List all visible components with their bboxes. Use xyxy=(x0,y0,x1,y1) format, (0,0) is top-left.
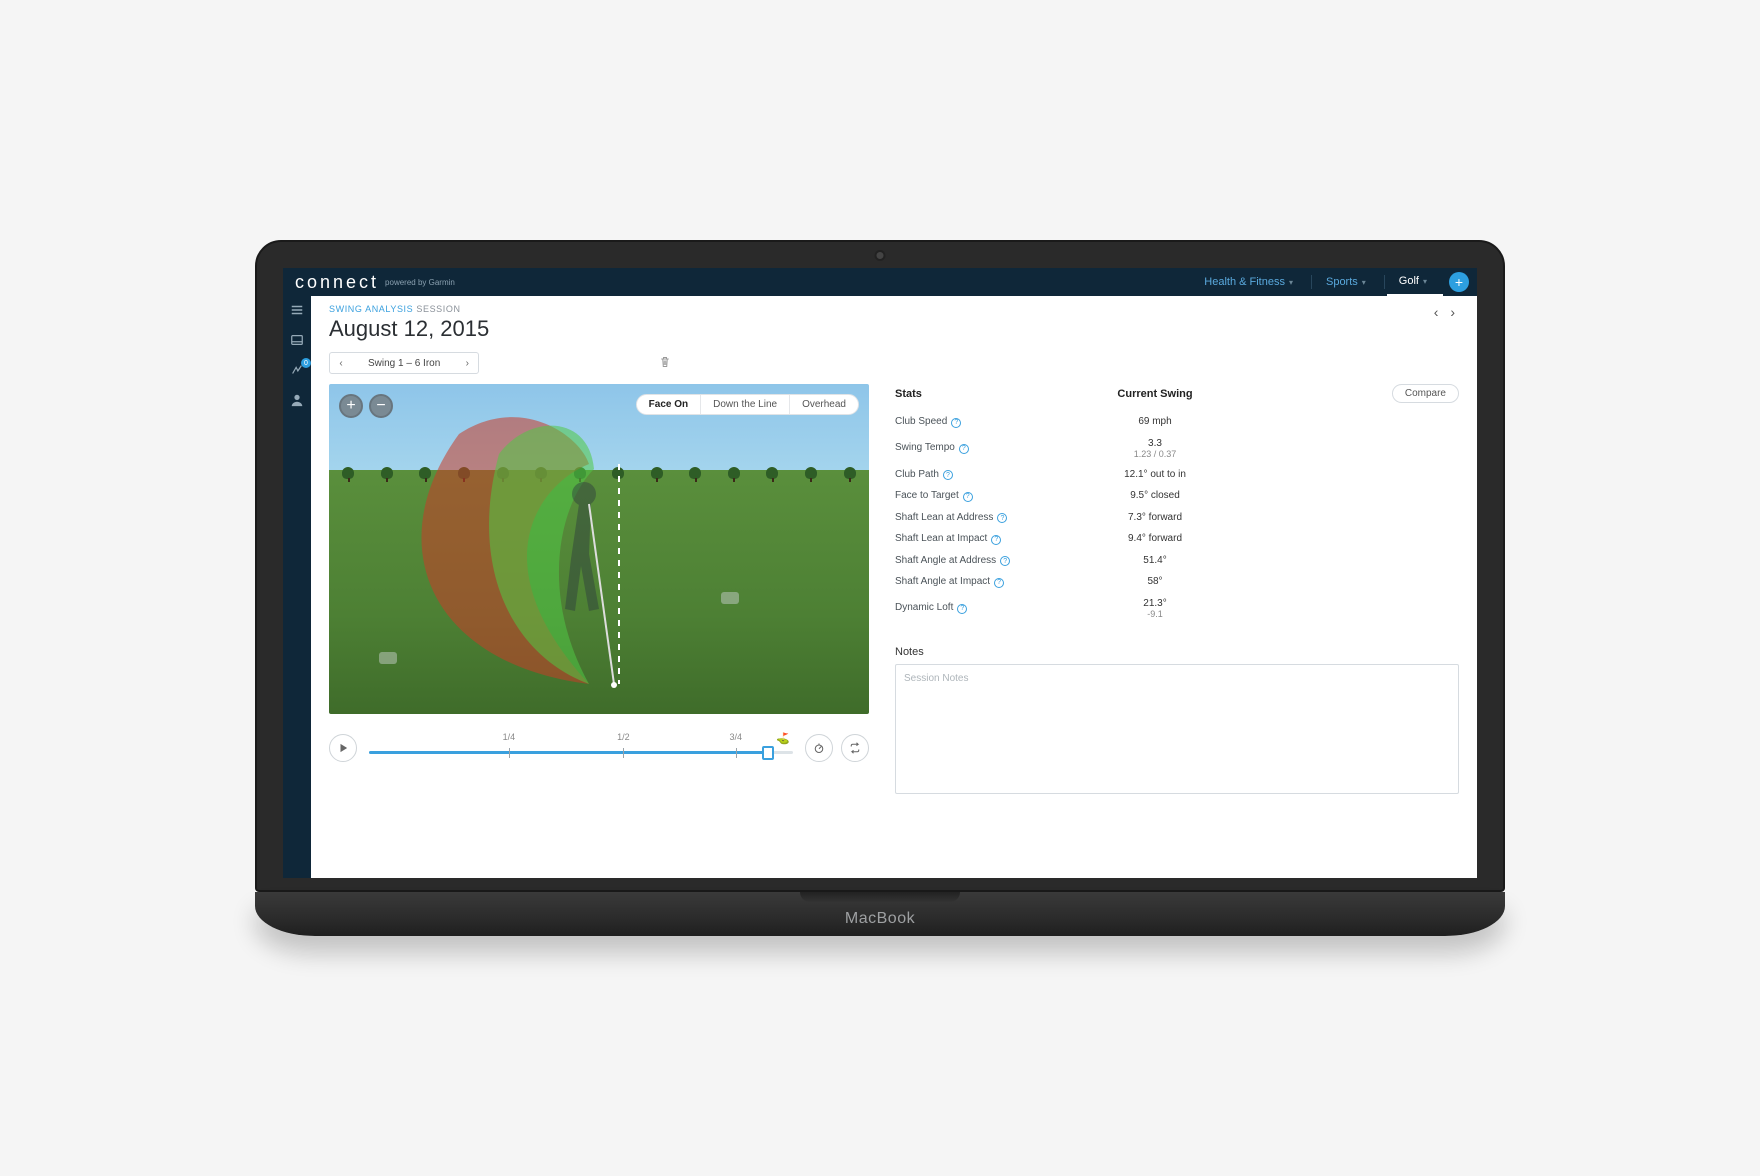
swing-visualization[interactable]: + − Face On Down the Line Overhead xyxy=(329,384,869,714)
activity-badge: 0 xyxy=(301,358,311,368)
zoom-controls: + − xyxy=(339,394,393,418)
stat-value: 7.3° forward xyxy=(1095,512,1215,523)
page-title: August 12, 2015 xyxy=(329,316,1459,342)
stat-label: Club Path? xyxy=(895,469,1095,481)
laptop-base: MacBook xyxy=(255,892,1505,936)
stat-row: Dynamic Loft?21.3°-9.1 xyxy=(895,593,1459,624)
info-icon[interactable]: ? xyxy=(957,604,967,614)
notes-textarea[interactable] xyxy=(895,664,1459,794)
compare-button[interactable]: Compare xyxy=(1392,384,1459,403)
next-swing-button[interactable]: › xyxy=(456,358,478,369)
swing-timeline: 1/4 1/2 3/4 ⛳ xyxy=(329,732,869,764)
timeline-track[interactable]: 1/4 1/2 3/4 ⛳ xyxy=(369,732,793,764)
stat-row: Club Speed?69 mph xyxy=(895,411,1459,433)
nav-health-fitness[interactable]: Health & Fitness▾ xyxy=(1192,268,1309,296)
stats-header-current: Current Swing xyxy=(1095,388,1215,400)
stat-value: 21.3°-9.1 xyxy=(1095,598,1215,619)
app: connect powered by Garmin Health & Fitne… xyxy=(283,268,1477,878)
stat-label: Club Speed? xyxy=(895,416,1095,428)
breadcrumb-session: SESSION xyxy=(416,304,460,314)
stat-value: 3.31.23 / 0.37 xyxy=(1095,438,1215,459)
stat-row: Shaft Lean at Impact?9.4° forward xyxy=(895,528,1459,550)
stat-row: Swing Tempo?3.31.23 / 0.37 xyxy=(895,433,1459,464)
prev-swing-button[interactable]: ‹ xyxy=(330,358,352,369)
timeline-handle[interactable] xyxy=(762,746,774,760)
info-icon[interactable]: ? xyxy=(997,513,1007,523)
profile-icon[interactable] xyxy=(289,392,305,408)
notes-label: Notes xyxy=(895,646,1459,658)
golf-ball-icon: ⛳ xyxy=(776,732,790,745)
stat-value: 58° xyxy=(1095,576,1215,587)
loop-button[interactable] xyxy=(841,734,869,762)
stats-header-label: Stats xyxy=(895,388,1095,400)
swing-selector-label: Swing 1 – 6 Iron xyxy=(352,358,456,369)
swing-arc-icon xyxy=(389,404,709,694)
info-icon[interactable]: ? xyxy=(994,578,1004,588)
delete-swing-button[interactable] xyxy=(659,356,671,371)
nav-golf[interactable]: Golf▾ xyxy=(1387,268,1443,296)
stat-label: Face to Target? xyxy=(895,490,1095,502)
stat-row: Club Path?12.1° out to in xyxy=(895,464,1459,486)
next-page-button[interactable]: › xyxy=(1446,304,1459,320)
laptop-camera-icon xyxy=(877,252,884,259)
play-button[interactable] xyxy=(329,734,357,762)
info-icon[interactable]: ? xyxy=(943,470,953,480)
stat-value: 12.1° out to in xyxy=(1095,469,1215,480)
prev-page-button[interactable]: ‹ xyxy=(1430,304,1443,320)
zoom-out-button[interactable]: − xyxy=(369,394,393,418)
chevron-down-icon: ▾ xyxy=(1419,277,1431,286)
add-button[interactable]: + xyxy=(1449,272,1469,292)
tab-overhead[interactable]: Overhead xyxy=(790,395,858,414)
breadcrumb: SWING ANALYSIS SESSION xyxy=(329,304,1459,314)
zoom-in-button[interactable]: + xyxy=(339,394,363,418)
tab-down-the-line[interactable]: Down the Line xyxy=(701,395,790,414)
view-tabs: Face On Down the Line Overhead xyxy=(636,394,859,415)
stat-row: Shaft Angle at Impact?58° xyxy=(895,571,1459,593)
stat-row: Shaft Lean at Address?7.3° forward xyxy=(895,507,1459,529)
chevron-down-icon: ▾ xyxy=(1285,278,1297,287)
stat-row: Shaft Angle at Address?51.4° xyxy=(895,550,1459,572)
brand-logo: connect xyxy=(295,272,379,293)
stats-header: Stats Current Swing Compare xyxy=(895,384,1459,403)
stat-row: Face to Target?9.5° closed xyxy=(895,485,1459,507)
info-icon[interactable]: ? xyxy=(963,492,973,502)
speed-button[interactable] xyxy=(805,734,833,762)
timeline-mark: 3/4 xyxy=(729,732,742,742)
info-icon[interactable]: ? xyxy=(951,418,961,428)
menu-icon[interactable] xyxy=(289,302,305,318)
screen: connect powered by Garmin Health & Fitne… xyxy=(283,268,1477,878)
stat-label: Dynamic Loft? xyxy=(895,602,1095,614)
swing-selector: ‹ Swing 1 – 6 Iron › xyxy=(329,352,479,374)
stat-value: 9.5° closed xyxy=(1095,490,1215,501)
chevron-down-icon: ▾ xyxy=(1358,278,1370,287)
breadcrumb-swing-analysis[interactable]: SWING ANALYSIS xyxy=(329,304,413,314)
info-icon[interactable]: ? xyxy=(991,535,1001,545)
main-content: ‹ › SWING ANALYSIS SESSION August 12, 20… xyxy=(311,296,1477,878)
timeline-mark: 1/2 xyxy=(617,732,630,742)
stat-value: 69 mph xyxy=(1095,416,1215,427)
info-icon[interactable]: ? xyxy=(1000,556,1010,566)
stat-label: Swing Tempo? xyxy=(895,442,1095,454)
brand-tagline: powered by Garmin xyxy=(385,278,455,287)
tab-face-on[interactable]: Face On xyxy=(637,395,701,414)
activity-icon[interactable]: 0 xyxy=(289,362,305,378)
stat-label: Shaft Angle at Impact? xyxy=(895,576,1095,588)
stat-label: Shaft Lean at Impact? xyxy=(895,533,1095,545)
dashboard-icon[interactable] xyxy=(289,332,305,348)
stats-table: Club Speed?69 mphSwing Tempo?3.31.23 / 0… xyxy=(895,411,1459,624)
stat-value: 9.4° forward xyxy=(1095,533,1215,544)
sidebar: 0 xyxy=(283,296,311,878)
stat-value: 51.4° xyxy=(1095,555,1215,566)
laptop-bezel: connect powered by Garmin Health & Fitne… xyxy=(255,240,1505,892)
stat-label: Shaft Angle at Address? xyxy=(895,555,1095,567)
laptop-frame: connect powered by Garmin Health & Fitne… xyxy=(255,240,1505,936)
topbar: connect powered by Garmin Health & Fitne… xyxy=(283,268,1477,296)
page-nav: ‹ › xyxy=(1430,304,1459,320)
nav-sports[interactable]: Sports▾ xyxy=(1314,268,1382,296)
stat-label: Shaft Lean at Address? xyxy=(895,512,1095,524)
timeline-mark: 1/4 xyxy=(503,732,516,742)
info-icon[interactable]: ? xyxy=(959,444,969,454)
laptop-logo: MacBook xyxy=(845,910,915,928)
